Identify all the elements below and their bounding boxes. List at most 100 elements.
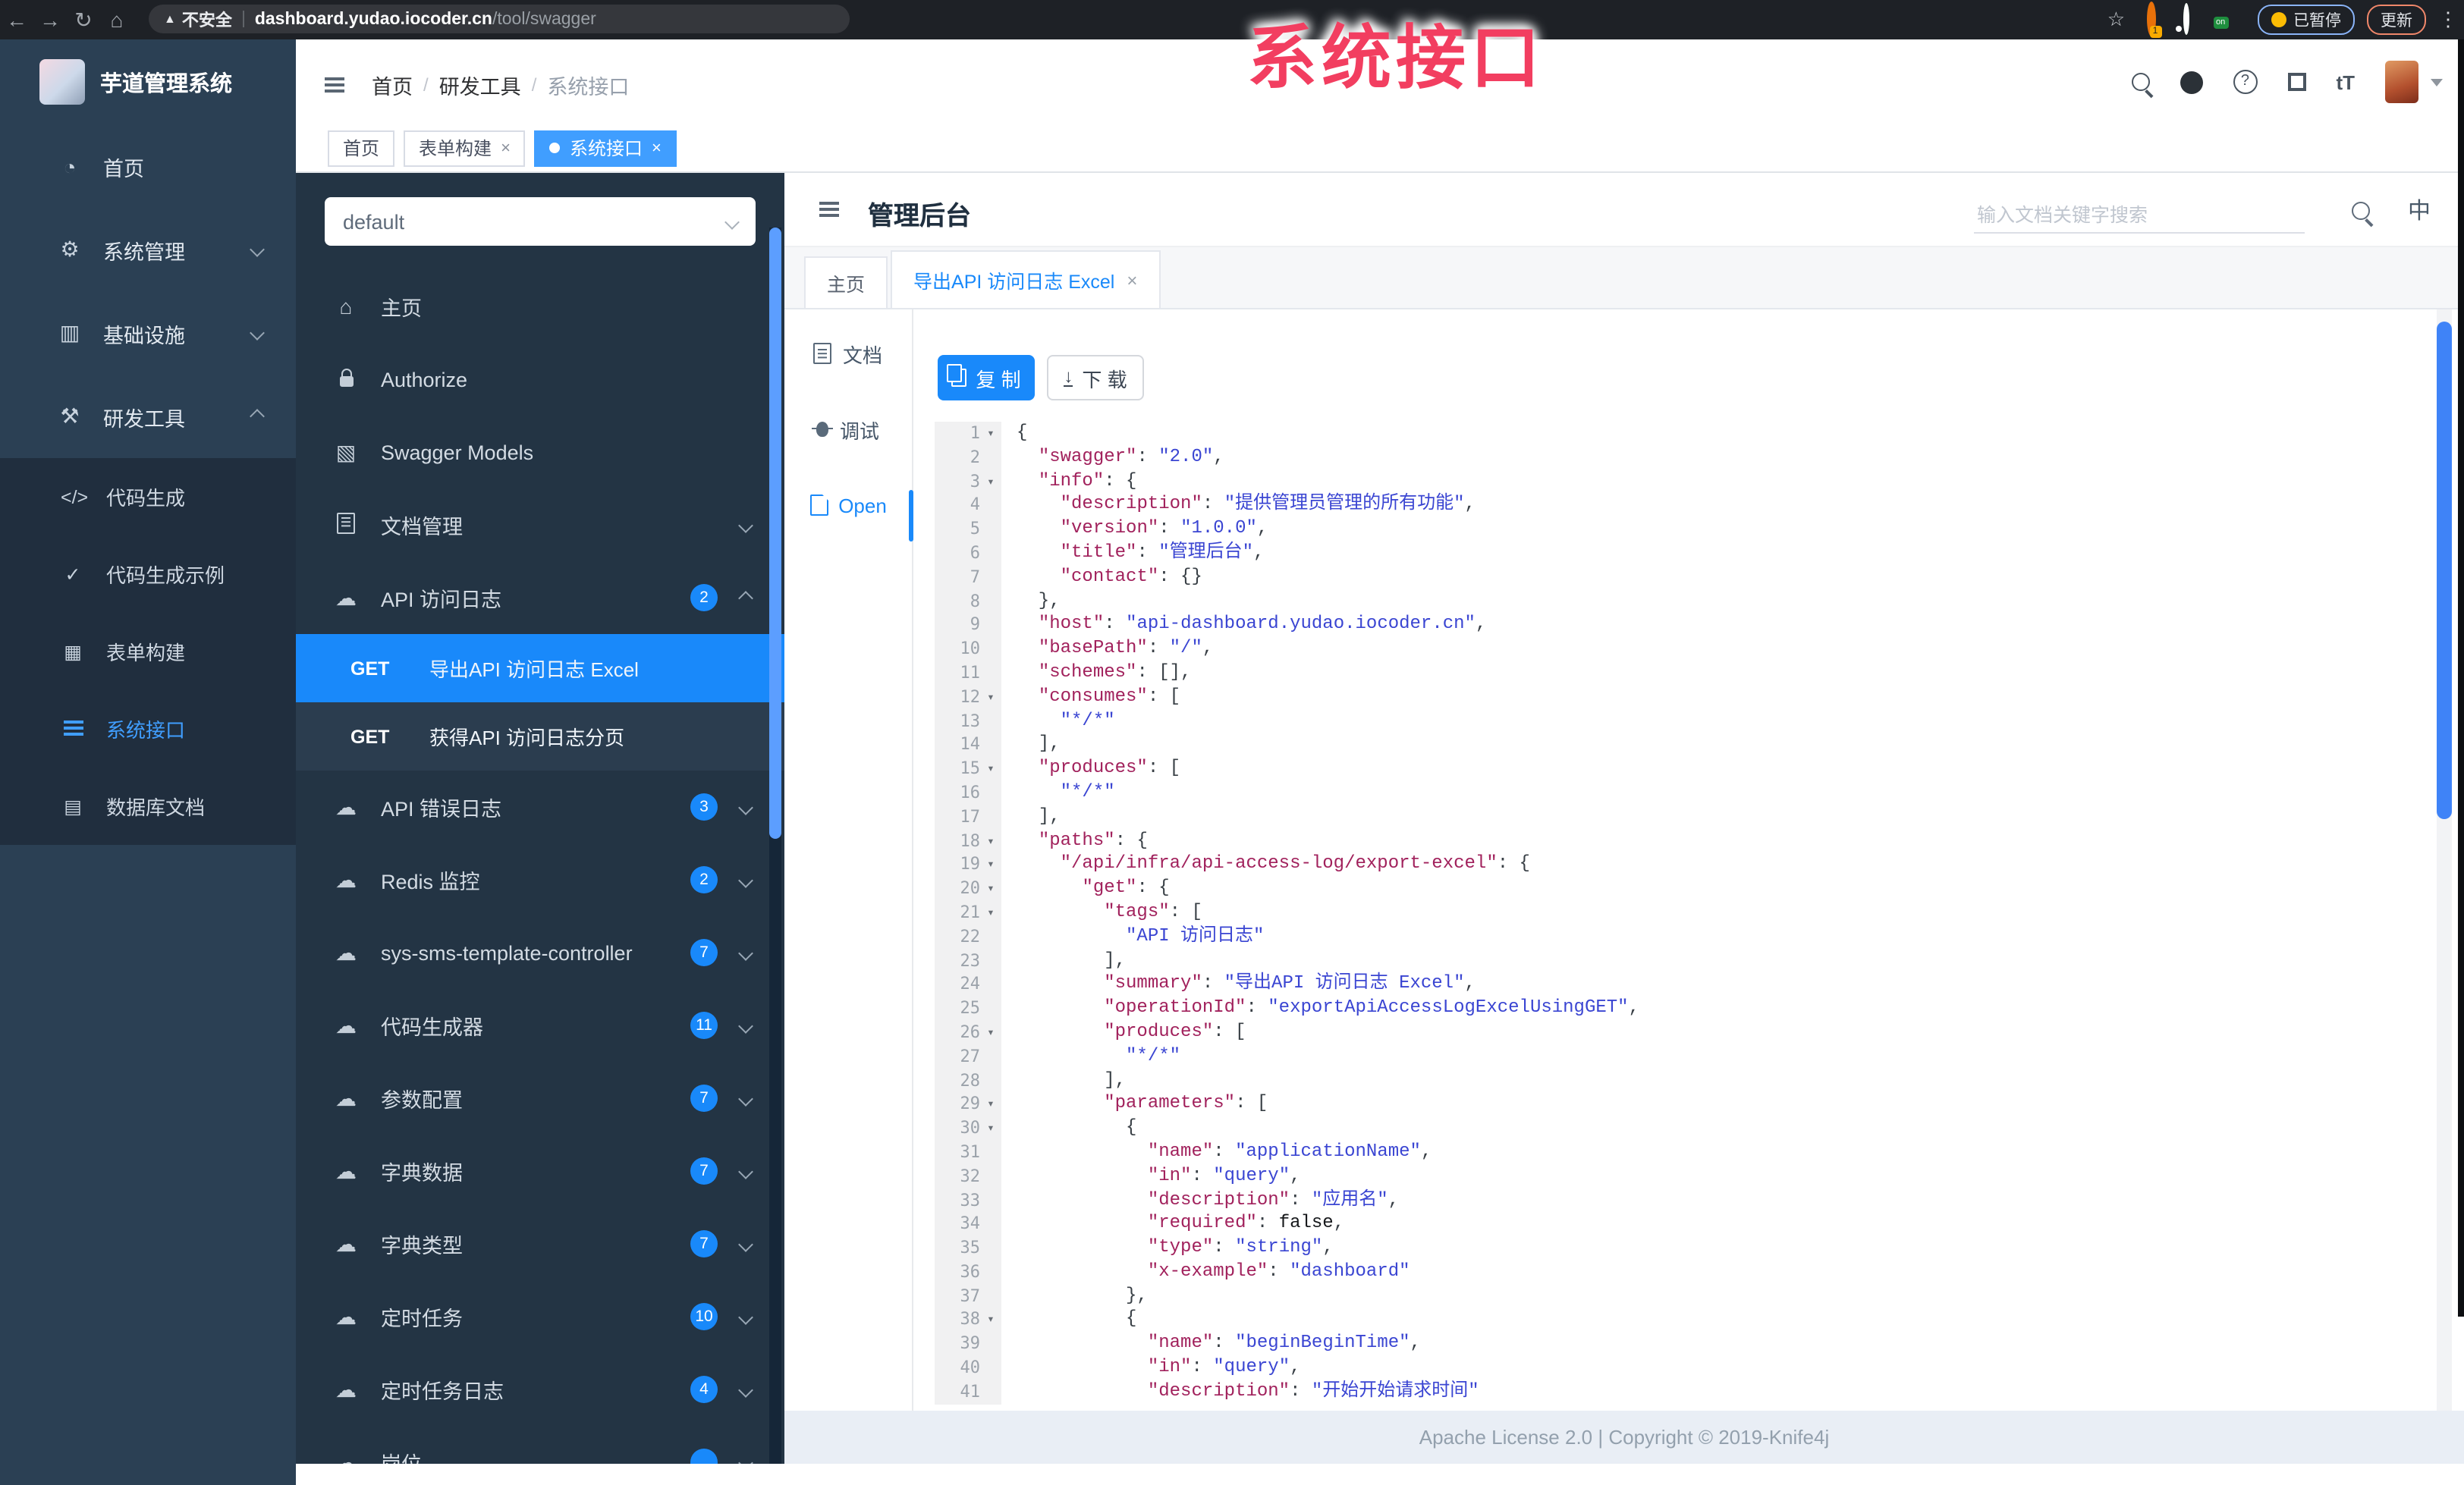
fold-toggle-icon[interactable]: ▾ [980, 853, 1001, 878]
sidebar-scrollbar-thumb[interactable] [769, 228, 781, 839]
doc-search-icon[interactable] [2352, 200, 2370, 228]
code-text: "description": "提供管理员管理的所有功能", [1060, 493, 1476, 515]
fold-toggle-icon[interactable]: ▾ [980, 686, 1001, 710]
api-menu-字典数据[interactable]: ☁ 字典数据 7 [296, 1135, 784, 1207]
line-number: 14 [960, 734, 981, 755]
download-button[interactable]: ↓ 下 载 [1047, 355, 1144, 400]
browser-update-button[interactable]: 更新 [2367, 5, 2426, 35]
api-menu-定时任务日志[interactable]: ☁ 定时任务日志 4 [296, 1353, 784, 1426]
fold-toggle-icon[interactable]: ▾ [980, 1308, 1001, 1333]
fold-toggle-icon[interactable]: ▾ [980, 1021, 1001, 1045]
api-menu-Redis 监控[interactable]: ☁ Redis 监控 2 [296, 843, 784, 916]
code-text: "operationId": "exportApiAccessLogExcelU… [1104, 997, 1639, 1019]
line-number: 32 [960, 1166, 981, 1186]
fold-toggle-icon[interactable]: ▾ [980, 901, 1001, 925]
address-bar[interactable]: ▲ 不安全 dashboard.yudao.iocoder.cn/tool/sw… [149, 5, 850, 33]
api-menu-API 错误日志[interactable]: ☁ API 错误日志 3 [296, 771, 784, 843]
fold-toggle-icon[interactable]: ▾ [980, 757, 1001, 781]
browser-home-button[interactable]: ⌂ [100, 8, 134, 32]
gutter: 18 ▾ [935, 829, 1001, 853]
api-menu-Authorize[interactable]: Authorize [296, 343, 784, 416]
line-number: 11 [960, 662, 981, 683]
api-menu-Swagger Models[interactable]: ▧ Swagger Models [296, 416, 784, 488]
sidebar-subitem-代码生成示例[interactable]: ✓ 代码生成示例 [0, 535, 296, 613]
gutter: 36 [935, 1260, 1001, 1285]
profile-paused-button[interactable]: 已暂停 [2257, 5, 2355, 35]
json-code-editor[interactable]: 1 ▾{2 "swagger": "2.0", 3 ▾ "info": {4 "des… [935, 422, 2443, 1411]
api-menu-主页[interactable]: ⌂ 主页 [296, 270, 784, 343]
fold-toggle-icon[interactable]: ▾ [980, 829, 1001, 853]
sidebar-item-首页[interactable]: ◔ 首页 [0, 124, 296, 208]
header-search-icon[interactable] [2131, 73, 2150, 91]
user-menu-caret-icon[interactable] [2431, 78, 2443, 86]
github-icon[interactable] [2180, 71, 2203, 93]
help-icon[interactable]: ? [2233, 70, 2258, 94]
doc-fold-icon[interactable] [819, 202, 839, 217]
fold-toggle-icon[interactable]: ▾ [980, 877, 1001, 901]
sidebar-item-系统管理[interactable]: ⚙ 系统管理 [0, 208, 296, 291]
sidebar-item-基础设施[interactable]: ▥ 基础设施 [0, 291, 296, 375]
chevron-down-icon [724, 214, 740, 229]
breadcrumb-item[interactable]: 研发工具 [439, 70, 521, 100]
api-menu-API 访问日志[interactable]: ☁ API 访问日志 2 [296, 561, 784, 634]
copy-button[interactable]: 复 制 [938, 355, 1035, 400]
fullscreen-icon[interactable] [2287, 73, 2306, 91]
fold-toggle-icon[interactable]: ▾ [980, 469, 1001, 494]
bookmark-star-icon[interactable]: ☆ [2107, 8, 2125, 32]
line-number: 10 [960, 639, 981, 659]
sidebar-subitem-代码生成[interactable]: </> 代码生成 [0, 458, 296, 535]
doc-nav-调试[interactable]: 调试 [784, 397, 912, 461]
api-menu-字典类型[interactable]: ☁ 字典类型 7 [296, 1207, 784, 1280]
sidebar-subitem-表单构建[interactable]: ▦ 表单构建 [0, 613, 296, 690]
fold-toggle-icon[interactable]: ▾ [980, 1093, 1001, 1117]
api-group-select[interactable]: default [325, 197, 756, 246]
gutter: 38 ▾ [935, 1308, 1001, 1333]
extension-colorpicker-icon[interactable]: 1 [2146, 2, 2161, 38]
api-endpoint-导出API 访问日志 Excel[interactable]: GET 导出API 访问日志 Excel [296, 634, 784, 702]
code-line: 9 "host": "api-dashboard.yudao.iocoder.c… [935, 613, 2443, 638]
doc-search-input[interactable]: 输入文档关键字搜索 [1974, 194, 2305, 234]
code-line: 40 "in": "query", [935, 1356, 2443, 1380]
browser-reload-button[interactable]: ↻ [67, 7, 100, 33]
api-menu-岗位[interactable]: ☁ 岗位 [296, 1426, 784, 1464]
api-menu-sys-sms-template-controller[interactable]: ☁ sys-sms-template-controller 7 [296, 916, 784, 989]
api-menu-文档管理[interactable]: 文档管理 [296, 488, 784, 561]
api-menu-定时任务[interactable]: ☁ 定时任务 10 [296, 1280, 784, 1353]
api-endpoint-获得API 访问日志分页[interactable]: GET 获得API 访问日志分页 [296, 702, 784, 771]
tag-close-icon[interactable]: × [652, 139, 662, 157]
doc-nav-文档[interactable]: 文档 [784, 322, 912, 385]
sidebar-item-研发工具[interactable]: ⚒ 研发工具 [0, 375, 296, 458]
fold-toggle-icon[interactable]: ▾ [980, 422, 1001, 446]
footer-text: Apache License 2.0 | Copyright © 2019-Kn… [1419, 1426, 1830, 1449]
extension-green-icon[interactable] [2183, 3, 2189, 35]
sidebar-collapse-icon[interactable] [325, 77, 344, 93]
browser-back-button[interactable]: ← [0, 8, 33, 32]
user-avatar[interactable] [2385, 61, 2418, 103]
sidebar-subitem-系统接口[interactable]: 系统接口 [0, 690, 296, 768]
font-size-icon[interactable]: tT [2336, 71, 2355, 93]
api-menu-参数配置[interactable]: ☁ 参数配置 7 [296, 1062, 784, 1135]
gear-icon: ⚙ [60, 237, 80, 261]
breadcrumb-item[interactable]: 首页 [372, 70, 413, 100]
view-tag-首页[interactable]: 首页 [328, 130, 395, 166]
chevron-down-icon [250, 242, 265, 257]
doc-tab-导出API 访问日志 Excel[interactable]: 导出API 访问日志 Excel × [891, 250, 1161, 308]
chevron-down-icon [738, 1382, 753, 1397]
view-tag-系统接口[interactable]: 系统接口 × [534, 130, 677, 166]
tag-close-icon[interactable]: × [501, 139, 511, 157]
sidebar-subitem-数据库文档[interactable]: ▤ 数据库文档 [0, 768, 296, 845]
page-scrollbar-thumb[interactable] [2437, 322, 2452, 819]
language-toggle[interactable]: 中 [2408, 194, 2431, 226]
doc-tab-close-icon[interactable]: × [1127, 269, 1137, 290]
tag-label: 首页 [343, 138, 380, 159]
doc-nav-Open[interactable]: Open [784, 473, 912, 537]
doc-tab-主页[interactable]: 主页 [804, 256, 888, 308]
view-tag-表单构建[interactable]: 表单构建 × [404, 130, 526, 166]
fold-toggle-icon[interactable]: ▾ [980, 1116, 1001, 1141]
api-menu-代码生成器[interactable]: ☁ 代码生成器 11 [296, 989, 784, 1062]
browser-menu-icon[interactable]: ⋮ [2438, 8, 2458, 32]
code-line: 32 "in": "query", [935, 1164, 2443, 1188]
browser-forward-button[interactable]: → [33, 8, 67, 32]
